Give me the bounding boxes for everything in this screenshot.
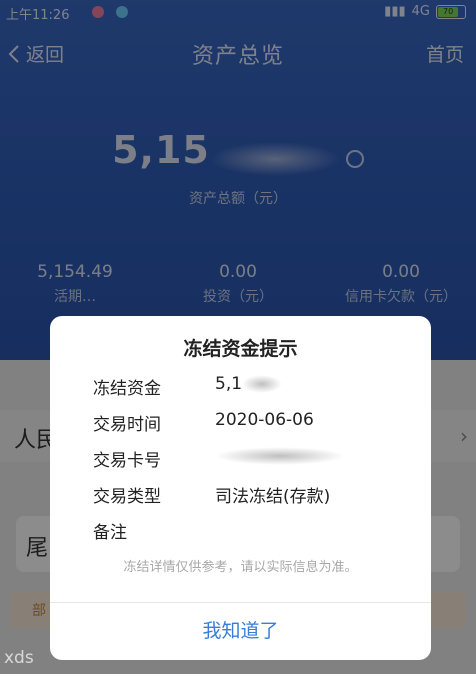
row-key: 交易卡号 bbox=[93, 451, 161, 471]
row-key: 冻结资金 bbox=[93, 379, 161, 399]
row-value: 司法冻结(存款) bbox=[215, 487, 331, 507]
frozen-amount-visible: 5,1 bbox=[215, 374, 243, 394]
masked-value bbox=[242, 375, 283, 393]
row-key: 交易类型 bbox=[93, 487, 161, 507]
row-key: 备注 bbox=[93, 523, 127, 543]
row-value: 2020-06-06 bbox=[215, 410, 314, 430]
dialog-note: 冻结详情仅供参考，请以实际信息为准。 bbox=[123, 560, 358, 575]
row-value bbox=[215, 446, 345, 466]
row-value: 5,1 bbox=[215, 374, 283, 394]
row-key: 交易时间 bbox=[93, 415, 161, 435]
dialog-title: 冻结资金提示 bbox=[183, 338, 298, 360]
ok-button[interactable]: 我知道了 bbox=[50, 603, 431, 660]
frozen-funds-dialog: 冻结资金提示 冻结资金 5,1 交易时间 2020-06-06 交易卡号 交易类… bbox=[50, 316, 431, 660]
masked-card-number bbox=[215, 447, 345, 465]
watermark: xds bbox=[4, 648, 34, 668]
